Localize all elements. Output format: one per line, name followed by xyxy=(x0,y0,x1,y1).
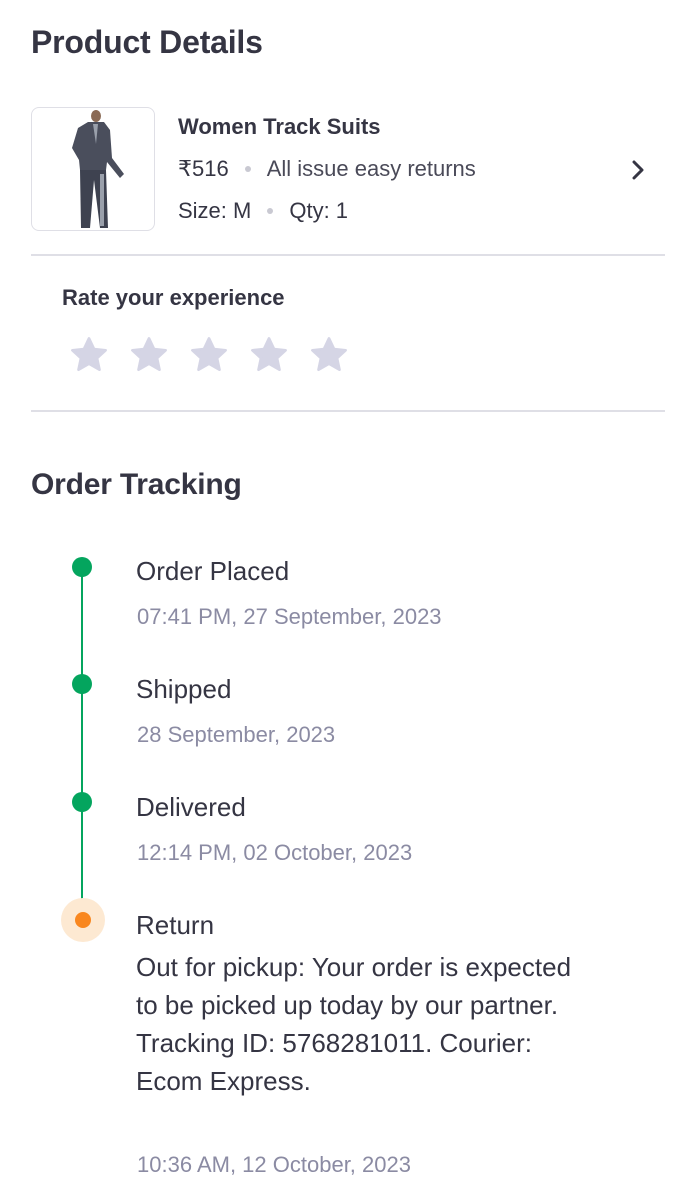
rate-experience-label: Rate your experience xyxy=(62,285,285,310)
star-rating[interactable] xyxy=(68,334,350,376)
timeline-dot-done xyxy=(72,557,92,577)
step-title: Shipped xyxy=(136,674,232,704)
star-icon[interactable] xyxy=(68,334,110,376)
step-date: 07:41 PM, 27 September, 2023 xyxy=(137,604,442,629)
separator-dot xyxy=(244,166,251,172)
step-title: Order Placed xyxy=(136,556,290,586)
timeline-dot-done xyxy=(72,792,92,812)
returns-policy: All issue easy returns xyxy=(266,156,476,181)
separator-dot xyxy=(267,208,274,214)
women-tracksuit-image xyxy=(72,110,124,228)
step-title: Delivered xyxy=(136,792,246,822)
star-icon[interactable] xyxy=(128,334,170,376)
step-date: 10:36 AM, 12 October, 2023 xyxy=(137,1152,411,1177)
product-size: Size: M xyxy=(178,198,252,223)
step-title: Return xyxy=(136,910,215,940)
product-image[interactable] xyxy=(31,107,155,231)
star-icon[interactable] xyxy=(188,334,230,376)
star-icon[interactable] xyxy=(248,334,290,376)
star-icon[interactable] xyxy=(308,334,350,376)
product-qty: Qty: 1 xyxy=(289,198,349,223)
product-price: ₹516 xyxy=(178,156,229,181)
chevron-right-icon[interactable] xyxy=(624,156,652,184)
timeline-dot-current xyxy=(75,912,91,928)
step-description: Out for pickup: Your order is expected t… xyxy=(136,952,572,1096)
timeline-line xyxy=(81,566,83,918)
order-tracking-title: Order Tracking xyxy=(31,468,242,501)
product-size-row: Size: M Qty: 1 xyxy=(178,198,348,224)
divider xyxy=(31,410,665,412)
step-date: 28 September, 2023 xyxy=(137,722,336,747)
timeline-dot-done xyxy=(72,674,92,694)
step-date: 12:14 PM, 02 October, 2023 xyxy=(137,840,413,865)
product-details-title: Product Details xyxy=(31,24,263,60)
product-name: Women Track Suits xyxy=(178,114,381,139)
divider xyxy=(31,254,665,256)
product-price-row: ₹516 All issue easy returns xyxy=(178,156,476,182)
